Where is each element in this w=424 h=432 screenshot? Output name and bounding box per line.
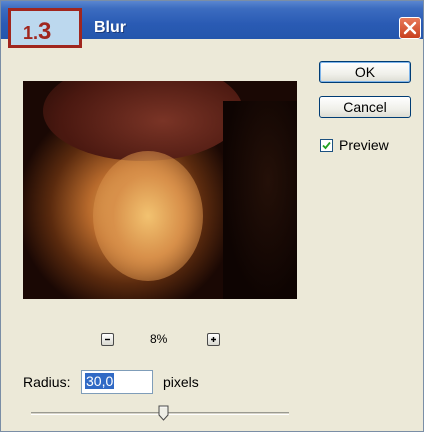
radius-slider-thumb[interactable] xyxy=(158,405,169,421)
zoom-level: 8% xyxy=(150,332,168,346)
step-badge: 1.3 xyxy=(8,8,82,48)
radius-unit-label: pixels xyxy=(163,374,199,390)
plus-icon xyxy=(211,337,216,342)
close-button[interactable] xyxy=(399,17,421,39)
check-icon xyxy=(322,141,331,150)
step-digit: 3 xyxy=(38,18,52,45)
radius-label: Radius: xyxy=(23,374,71,390)
minus-icon xyxy=(105,338,110,341)
blur-dialog: Blur OK Cancel Preview 8% Radius: 30,0 p… xyxy=(0,0,424,432)
radius-value: 30,0 xyxy=(85,373,115,389)
preview-checkbox[interactable] xyxy=(320,139,333,152)
cancel-button[interactable]: Cancel xyxy=(319,96,411,118)
dialog-title: Blur xyxy=(94,19,126,36)
preview-background-region xyxy=(223,101,297,299)
preview-hat-region xyxy=(43,81,243,161)
close-icon xyxy=(403,21,417,35)
step-number: 1.3 xyxy=(23,18,51,46)
ok-button[interactable]: OK xyxy=(319,61,411,83)
zoom-out-button[interactable] xyxy=(101,333,114,346)
radius-input[interactable]: 30,0 xyxy=(81,370,153,394)
preview-face-region xyxy=(93,151,203,281)
preview-checkbox-label: Preview xyxy=(339,137,389,153)
step-prefix: 1. xyxy=(23,23,39,43)
zoom-in-button[interactable] xyxy=(207,333,220,346)
blur-preview-image[interactable] xyxy=(23,81,297,299)
